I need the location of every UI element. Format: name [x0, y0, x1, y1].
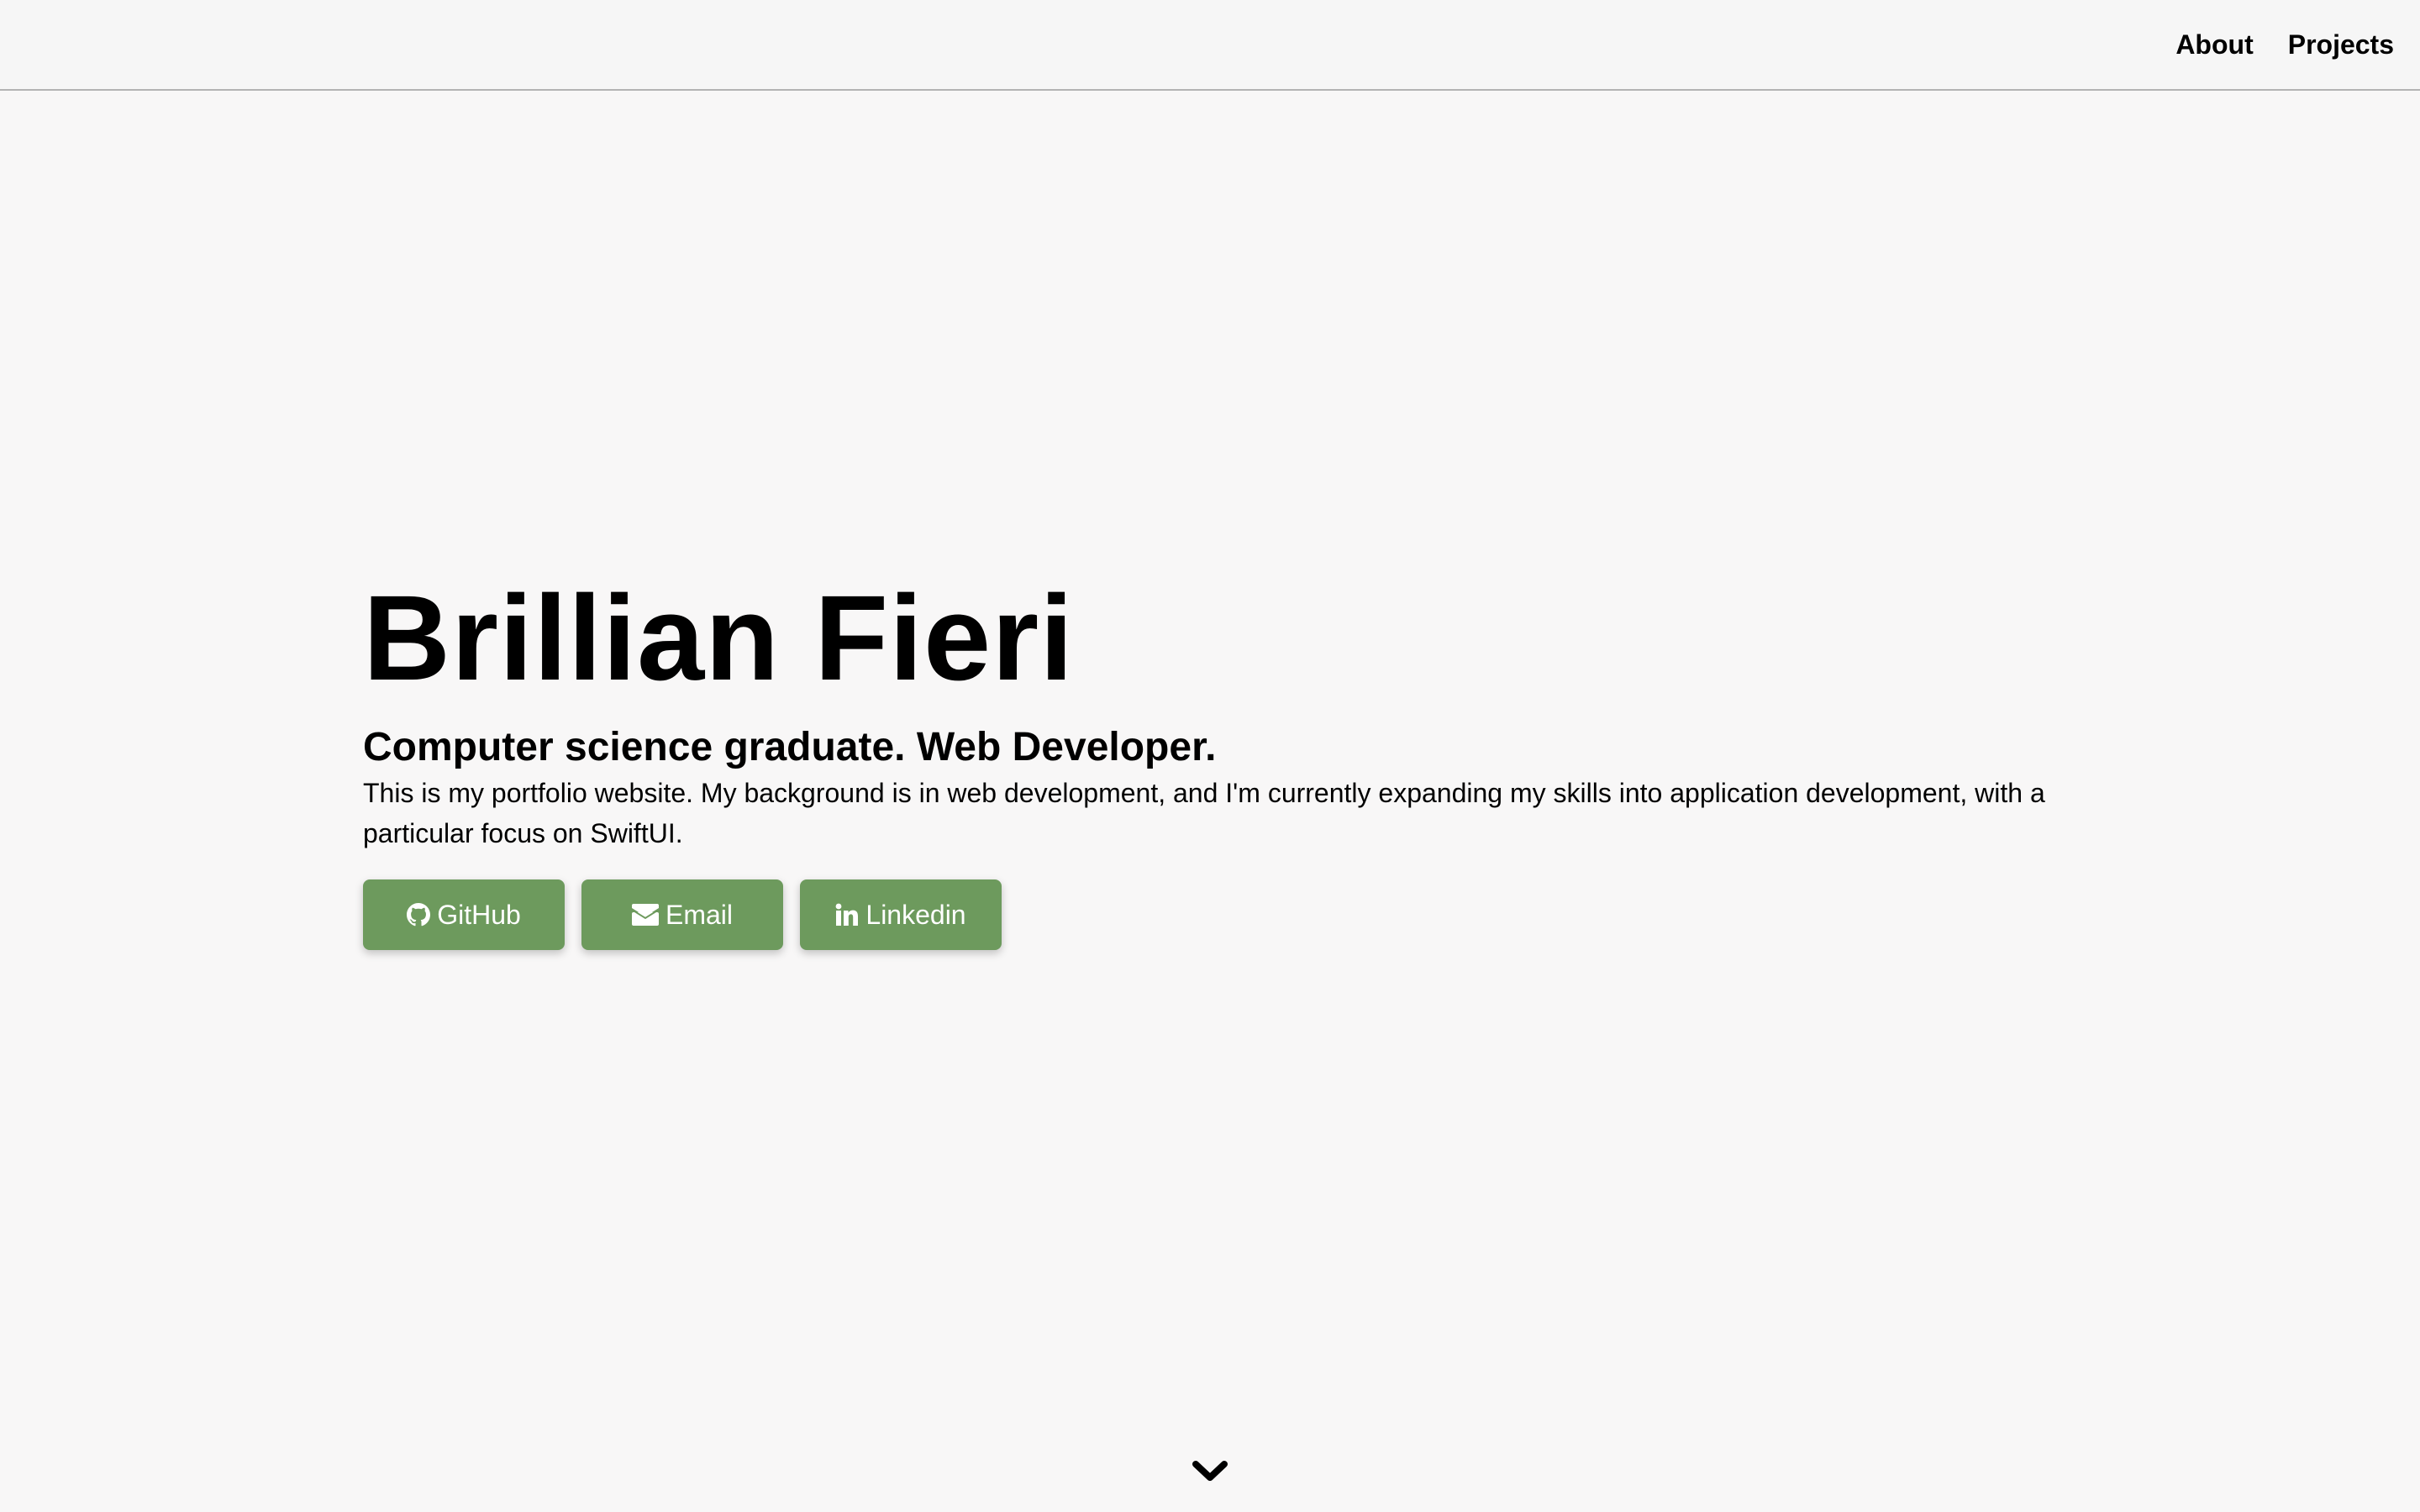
- nav-links: About Projects: [2175, 0, 2394, 89]
- navbar: About Projects: [0, 0, 2420, 91]
- email-button[interactable]: Email: [581, 879, 783, 950]
- hero-section: Brillian Fieri Computer science graduate…: [363, 571, 2060, 950]
- github-button[interactable]: GitHub: [363, 879, 565, 950]
- github-icon: [407, 903, 431, 927]
- hero-description: This is my portfolio website. My backgro…: [363, 778, 2045, 848]
- email-button-label: Email: [665, 899, 733, 930]
- hero-name: Brillian Fieri: [363, 570, 1075, 706]
- chevron-down-icon: [1192, 1459, 1228, 1488]
- social-buttons: GitHub Email Linkedin: [363, 879, 2060, 950]
- scroll-down-indicator[interactable]: [1192, 1460, 1228, 1487]
- nav-link-about[interactable]: About: [2175, 29, 2253, 60]
- linkedin-button-label: Linkedin: [865, 899, 966, 930]
- hero-subtitle: Computer science graduate. Web Developer…: [363, 725, 1217, 769]
- linkedin-button[interactable]: Linkedin: [800, 879, 1002, 950]
- envelope-icon: [631, 904, 659, 926]
- linkedin-icon: [835, 903, 859, 927]
- nav-link-projects[interactable]: Projects: [2288, 29, 2394, 60]
- github-button-label: GitHub: [437, 899, 521, 930]
